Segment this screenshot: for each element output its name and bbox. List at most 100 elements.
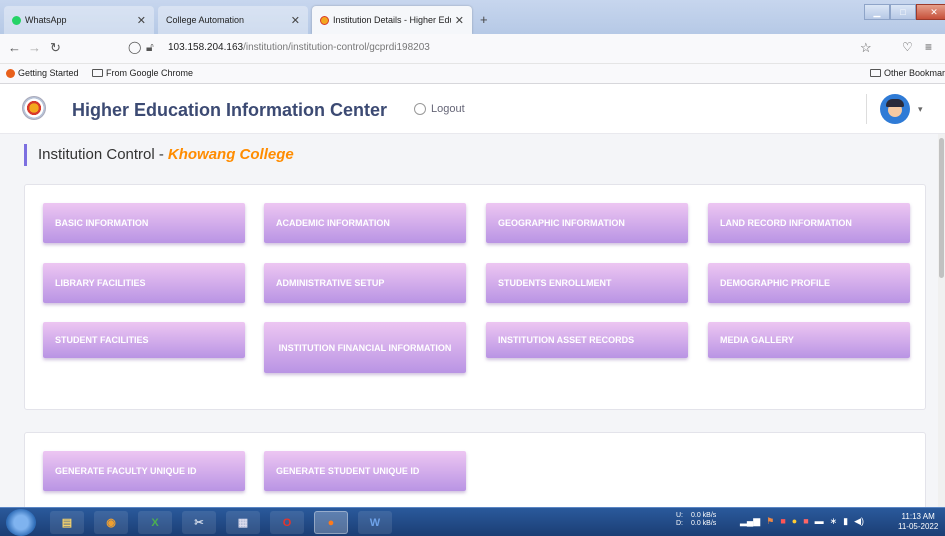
geographic-information-button[interactable]: GEOGRAPHIC INFORMATION — [486, 203, 688, 243]
bookmark-label: Other Bookmarks — [884, 68, 945, 78]
chevron-down-icon[interactable]: ▾ — [918, 104, 923, 115]
back-arrow-icon[interactable]: ← — [8, 40, 21, 55]
battery-icon[interactable]: ▮ — [843, 516, 848, 527]
network-speed: U: D: 0.0 kB/s 0.0 kB/s — [676, 512, 716, 528]
start-button[interactable] — [6, 509, 36, 536]
page-title: Institution Control - Khowang College — [24, 144, 294, 166]
page-scrollbar[interactable] — [938, 134, 945, 507]
snipping-tool-icon[interactable]: ✂ — [182, 511, 216, 534]
tab-college-automation[interactable]: College Automation ✕ — [158, 6, 308, 34]
bookmarks-bar: Getting Started From Google Chrome Other… — [0, 64, 945, 84]
bluetooth-icon[interactable]: ∗ — [830, 516, 838, 527]
taskbar: ▤ ◉ X ✂ ▦ O ● W U: D: 0.0 kB/s 0.0 kB/s … — [0, 507, 945, 536]
shield-icon[interactable]: ◯ — [128, 40, 141, 54]
bookmark-getting-started[interactable]: Getting Started — [6, 68, 79, 78]
new-tab-plus-icon[interactable]: + — [480, 12, 488, 27]
generate-faculty-id-button[interactable]: GENERATE FACULTY UNIQUE ID — [43, 451, 245, 491]
url-host: 103.158.204.163 — [168, 42, 244, 53]
clock-date: 11-05-2022 — [898, 522, 939, 531]
web-page: Higher Education Information Center Logo… — [0, 84, 945, 507]
institution-asset-records-button[interactable]: INSTITUTION ASSET RECORDS — [486, 322, 688, 358]
monitor-icon[interactable]: ▬ — [815, 516, 824, 527]
clock-time: 11:13 AM — [901, 512, 935, 521]
unique-id-card: GENERATE FACULTY UNIQUE ID GENERATE STUD… — [24, 432, 926, 507]
system-tray-icons: ▂▄▆ ⚑ ■ ● ■ ▬ ∗ ▮ ◀) — [740, 516, 864, 527]
power-icon — [414, 103, 426, 115]
tab-label: WhatsApp — [25, 15, 67, 25]
volume-icon[interactable]: ◀) — [854, 516, 864, 527]
institution-control-card: BASIC INFORMATION ACADEMIC INFORMATION G… — [24, 184, 926, 410]
bookmark-label: From Google Chrome — [106, 68, 194, 78]
net-up-value: 0.0 kB/s — [691, 512, 717, 519]
flag-icon[interactable]: ⚑ — [766, 516, 774, 527]
college-name: Khowang College — [167, 146, 294, 163]
logout-label: Logout — [431, 103, 465, 115]
site-title: Higher Education Information Center — [72, 100, 388, 120]
media-gallery-button[interactable]: MEDIA GALLERY — [708, 322, 910, 358]
logout-button[interactable]: Logout — [414, 103, 465, 115]
folder-icon — [870, 69, 881, 77]
window-controls: ▁ □ ✕ — [864, 4, 945, 20]
tab-label: College Automation — [166, 15, 245, 25]
academic-information-button[interactable]: ACADEMIC INFORMATION — [264, 203, 466, 243]
avatar-hair — [886, 99, 904, 107]
net-down-label: D: — [676, 520, 683, 527]
page-heading: Institution Control - — [38, 146, 164, 163]
scrollbar-thumb[interactable] — [939, 138, 944, 278]
browser-tab-bar: WhatsApp ✕ College Automation ✕ Institut… — [0, 0, 945, 34]
institution-logo-icon — [22, 96, 46, 120]
land-record-information-button[interactable]: LAND RECORD INFORMATION — [708, 203, 910, 243]
pocket-icon[interactable]: ♡ — [902, 40, 913, 54]
clock[interactable]: 11:13 AM 11-05-2022 — [898, 512, 938, 532]
reload-icon[interactable]: ↻ — [50, 40, 61, 56]
students-enrollment-button[interactable]: STUDENTS ENROLLMENT — [486, 263, 688, 303]
forward-arrow-icon[interactable]: → — [28, 40, 41, 55]
tab-whatsapp[interactable]: WhatsApp ✕ — [4, 6, 154, 34]
firefox-taskbar-icon[interactable]: ● — [314, 511, 348, 534]
site-favicon-icon — [320, 15, 329, 25]
folder-icon — [92, 69, 103, 77]
minimize-icon[interactable]: ▁ — [864, 4, 890, 20]
generate-student-id-button[interactable]: GENERATE STUDENT UNIQUE ID — [264, 451, 466, 491]
net-down-value: 0.0 kB/s — [691, 520, 717, 527]
title-accent-bar — [24, 144, 27, 166]
menu-icon[interactable]: ≡ — [925, 40, 932, 54]
tab-label: Institution Details - Higher Educ — [333, 15, 451, 25]
firefox-icon — [6, 68, 15, 78]
close-window-icon[interactable]: ✕ — [916, 4, 945, 20]
opera-icon[interactable]: O — [270, 511, 304, 534]
security-icon[interactable]: ■ — [803, 516, 808, 527]
bookmark-other[interactable]: Other Bookmarks — [870, 68, 945, 78]
institution-financial-information-button[interactable]: INSTITUTION FINANCIAL INFORMATION — [264, 322, 466, 373]
excel-icon[interactable]: X — [138, 511, 172, 534]
close-tab-icon[interactable]: ✕ — [455, 14, 464, 27]
close-tab-icon[interactable]: ✕ — [291, 14, 300, 27]
bookmark-star-icon[interactable]: ☆ — [860, 40, 872, 56]
site-header: Higher Education Information Center Logo… — [0, 84, 945, 134]
address-bar[interactable]: 103.158.204.163/institution/institution-… — [168, 42, 430, 53]
net-labels: U: D: — [676, 512, 683, 528]
calculator-icon[interactable]: ▦ — [226, 511, 260, 534]
administrative-setup-button[interactable]: ADMINISTRATIVE SETUP — [264, 263, 466, 303]
chrome-icon[interactable]: ◉ — [94, 511, 128, 534]
divider — [866, 94, 867, 124]
student-facilities-button[interactable]: STUDENT FACILITIES — [43, 322, 245, 358]
word-icon[interactable]: W — [358, 511, 392, 534]
close-tab-icon[interactable]: ✕ — [137, 14, 146, 27]
signal-icon[interactable]: ▂▄▆ — [740, 516, 760, 527]
net-up-label: U: — [676, 512, 683, 519]
user-avatar[interactable] — [880, 94, 910, 124]
lock-icon[interactable]: 🔓︎ — [146, 40, 154, 55]
app-tray-icon[interactable]: ■ — [780, 516, 785, 527]
net-values: 0.0 kB/s 0.0 kB/s — [691, 512, 716, 528]
basic-information-button[interactable]: BASIC INFORMATION — [43, 203, 245, 243]
demographic-profile-button[interactable]: DEMOGRAPHIC PROFILE — [708, 263, 910, 303]
file-explorer-icon[interactable]: ▤ — [50, 511, 84, 534]
tab-institution-details[interactable]: Institution Details - Higher Educ ✕ — [312, 6, 472, 34]
bookmark-from-google-chrome[interactable]: From Google Chrome — [92, 68, 193, 78]
maximize-icon[interactable]: □ — [890, 4, 916, 20]
update-icon[interactable]: ● — [792, 516, 797, 527]
library-facilities-button[interactable]: LIBRARY FACILITIES — [43, 263, 245, 303]
bookmark-label: Getting Started — [18, 68, 79, 78]
url-path: /institution/institution-control/gcprdi1… — [243, 42, 430, 53]
